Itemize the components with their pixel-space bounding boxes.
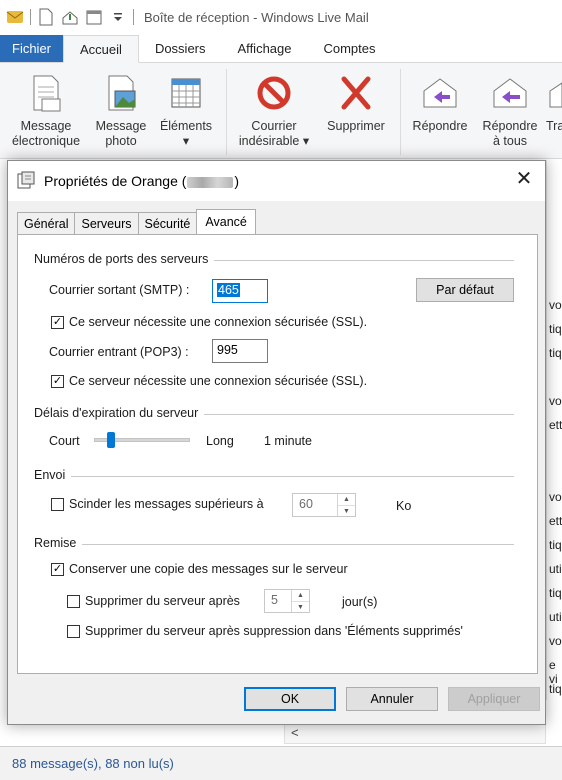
ok-button[interactable]: OK xyxy=(244,687,336,711)
block-icon xyxy=(254,73,294,113)
timeout-group-title: Délais d'expiration du serveur xyxy=(34,406,205,420)
delete-after-days-spinner[interactable]: 5 ▲ ▼ xyxy=(264,589,310,613)
delete-on-trash-checkbox[interactable] xyxy=(67,625,80,638)
tab-accueil[interactable]: Accueil xyxy=(63,35,139,63)
ssl-pop3-label: Ce serveur nécessite une connexion sécur… xyxy=(69,374,368,388)
cancel-button[interactable]: Annuler xyxy=(346,687,438,711)
divider xyxy=(30,9,31,25)
delete-after-label: Supprimer du serveur après xyxy=(85,594,240,608)
status-text: 88 message(s), 88 non lu(s) xyxy=(12,756,174,771)
split-messages-checkbox[interactable] xyxy=(51,498,64,511)
timeout-value: 1 minute xyxy=(264,434,312,448)
redacted-email-blur xyxy=(187,176,234,188)
scroll-left-icon[interactable]: < xyxy=(291,725,299,740)
spin-up-icon[interactable]: ▲ xyxy=(338,494,355,505)
divider xyxy=(226,69,227,155)
tab-affichage[interactable]: Affichage xyxy=(222,35,308,62)
keep-copy-label: Conserver une copie des messages sur le … xyxy=(69,562,348,576)
timeout-short-label: Court xyxy=(49,434,80,448)
ssl-smtp-label: Ce serveur nécessite une connexion sécur… xyxy=(69,315,368,329)
delete-after-checkbox[interactable] xyxy=(67,595,80,608)
tab-dossiers[interactable]: Dossiers xyxy=(139,35,222,62)
timeout-long-label: Long xyxy=(206,434,234,448)
days-unit-label: jour(s) xyxy=(342,595,378,609)
status-bar: 88 message(s), 88 non lu(s) xyxy=(0,746,562,780)
tab-securite[interactable]: Sécurité xyxy=(137,212,198,234)
new-email-button[interactable]: Message électronique xyxy=(6,73,86,149)
envoi-group-title: Envoi xyxy=(34,468,72,482)
tab-serveurs[interactable]: Serveurs xyxy=(74,212,139,234)
split-size-spinner[interactable]: 60 ▲ ▼ xyxy=(292,493,356,517)
smtp-port-input[interactable]: 465 xyxy=(212,279,268,303)
junk-mail-button[interactable]: Courrier indésirable ▾ xyxy=(232,73,316,149)
pop3-port-label: Courrier entrant (POP3) : xyxy=(49,345,189,359)
tab-avance[interactable]: Avancé xyxy=(196,209,256,234)
elements-dropdown-button[interactable]: Éléments ▾ xyxy=(154,73,218,149)
default-ports-button[interactable]: Par défaut xyxy=(416,278,514,302)
send-receive-icon[interactable] xyxy=(61,8,79,26)
split-messages-label: Scinder les messages supérieurs à xyxy=(69,497,264,511)
new-message-icon[interactable] xyxy=(37,8,55,26)
tab-comptes[interactable]: Comptes xyxy=(307,35,391,62)
menu-bar: Fichier Accueil Dossiers Affichage Compt… xyxy=(0,35,562,63)
app-title: Boîte de réception - Windows Live Mail xyxy=(144,9,369,25)
delete-x-icon xyxy=(336,73,376,113)
delete-button[interactable]: Supprimer xyxy=(320,73,392,134)
calendar-grid-icon xyxy=(166,73,206,113)
dialog-title: Propriétés de Orange () xyxy=(44,173,240,189)
reply-icon xyxy=(420,73,460,113)
forward-icon xyxy=(546,73,562,113)
photo-message-button[interactable]: Message photo xyxy=(92,73,150,149)
divider xyxy=(133,9,134,25)
close-icon[interactable]: ✕ xyxy=(513,169,535,191)
ribbon: Message électronique Message photo Éléme… xyxy=(0,63,562,159)
smtp-port-label: Courrier sortant (SMTP) : xyxy=(49,283,190,297)
quick-access-dropdown-icon[interactable] xyxy=(109,8,127,26)
apply-button[interactable]: Appliquer xyxy=(448,687,540,711)
split-unit-label: Ko xyxy=(396,499,412,513)
ssl-smtp-checkbox[interactable]: ✓ xyxy=(51,316,64,329)
new-email-icon xyxy=(26,73,66,113)
tab-general[interactable]: Général xyxy=(17,212,76,234)
timeout-slider-thumb[interactable] xyxy=(107,432,116,448)
tab-fichier[interactable]: Fichier xyxy=(0,35,64,62)
ssl-pop3-checkbox[interactable]: ✓ xyxy=(51,375,64,388)
dialog-tabs: Général Serveurs Sécurité Avancé xyxy=(17,209,256,234)
mail-app-icon[interactable] xyxy=(6,8,24,26)
keep-copy-checkbox[interactable]: ✓ xyxy=(51,563,64,576)
reply-button[interactable]: Répondre xyxy=(406,73,474,134)
photo-message-icon xyxy=(101,73,141,113)
spin-down-icon[interactable]: ▼ xyxy=(292,601,309,613)
horizontal-scrollbar[interactable]: < xyxy=(284,722,546,744)
spin-down-icon[interactable]: ▼ xyxy=(338,505,355,517)
account-properties-dialog: Propriétés de Orange () ✕ Général Serveu… xyxy=(7,160,546,725)
delete-on-trash-label: Supprimer du serveur après suppression d… xyxy=(85,624,463,638)
reply-all-button[interactable]: Répondre à tous xyxy=(476,73,544,149)
advanced-panel: Numéros de ports des serveurs Courrier s… xyxy=(17,234,538,674)
app-titlebar: Boîte de réception - Windows Live Mail xyxy=(0,0,562,34)
remise-group-title: Remise xyxy=(34,536,83,550)
account-properties-icon xyxy=(16,170,36,193)
message-list-edge[interactable]: vo tiq tiq vo ett vo ett tiq uti tiq uti… xyxy=(546,160,562,720)
spin-up-icon[interactable]: ▲ xyxy=(292,590,309,601)
divider xyxy=(35,544,514,545)
forward-button-partial[interactable]: Tra xyxy=(546,73,562,134)
dialog-titlebar[interactable]: Propriétés de Orange () ✕ xyxy=(8,161,545,201)
pop3-port-input[interactable]: 995 xyxy=(212,339,268,363)
calendar-icon[interactable] xyxy=(85,8,103,26)
ports-group-title: Numéros de ports des serveurs xyxy=(34,252,215,266)
divider xyxy=(400,69,401,155)
divider xyxy=(35,476,514,477)
reply-all-icon xyxy=(490,73,530,113)
